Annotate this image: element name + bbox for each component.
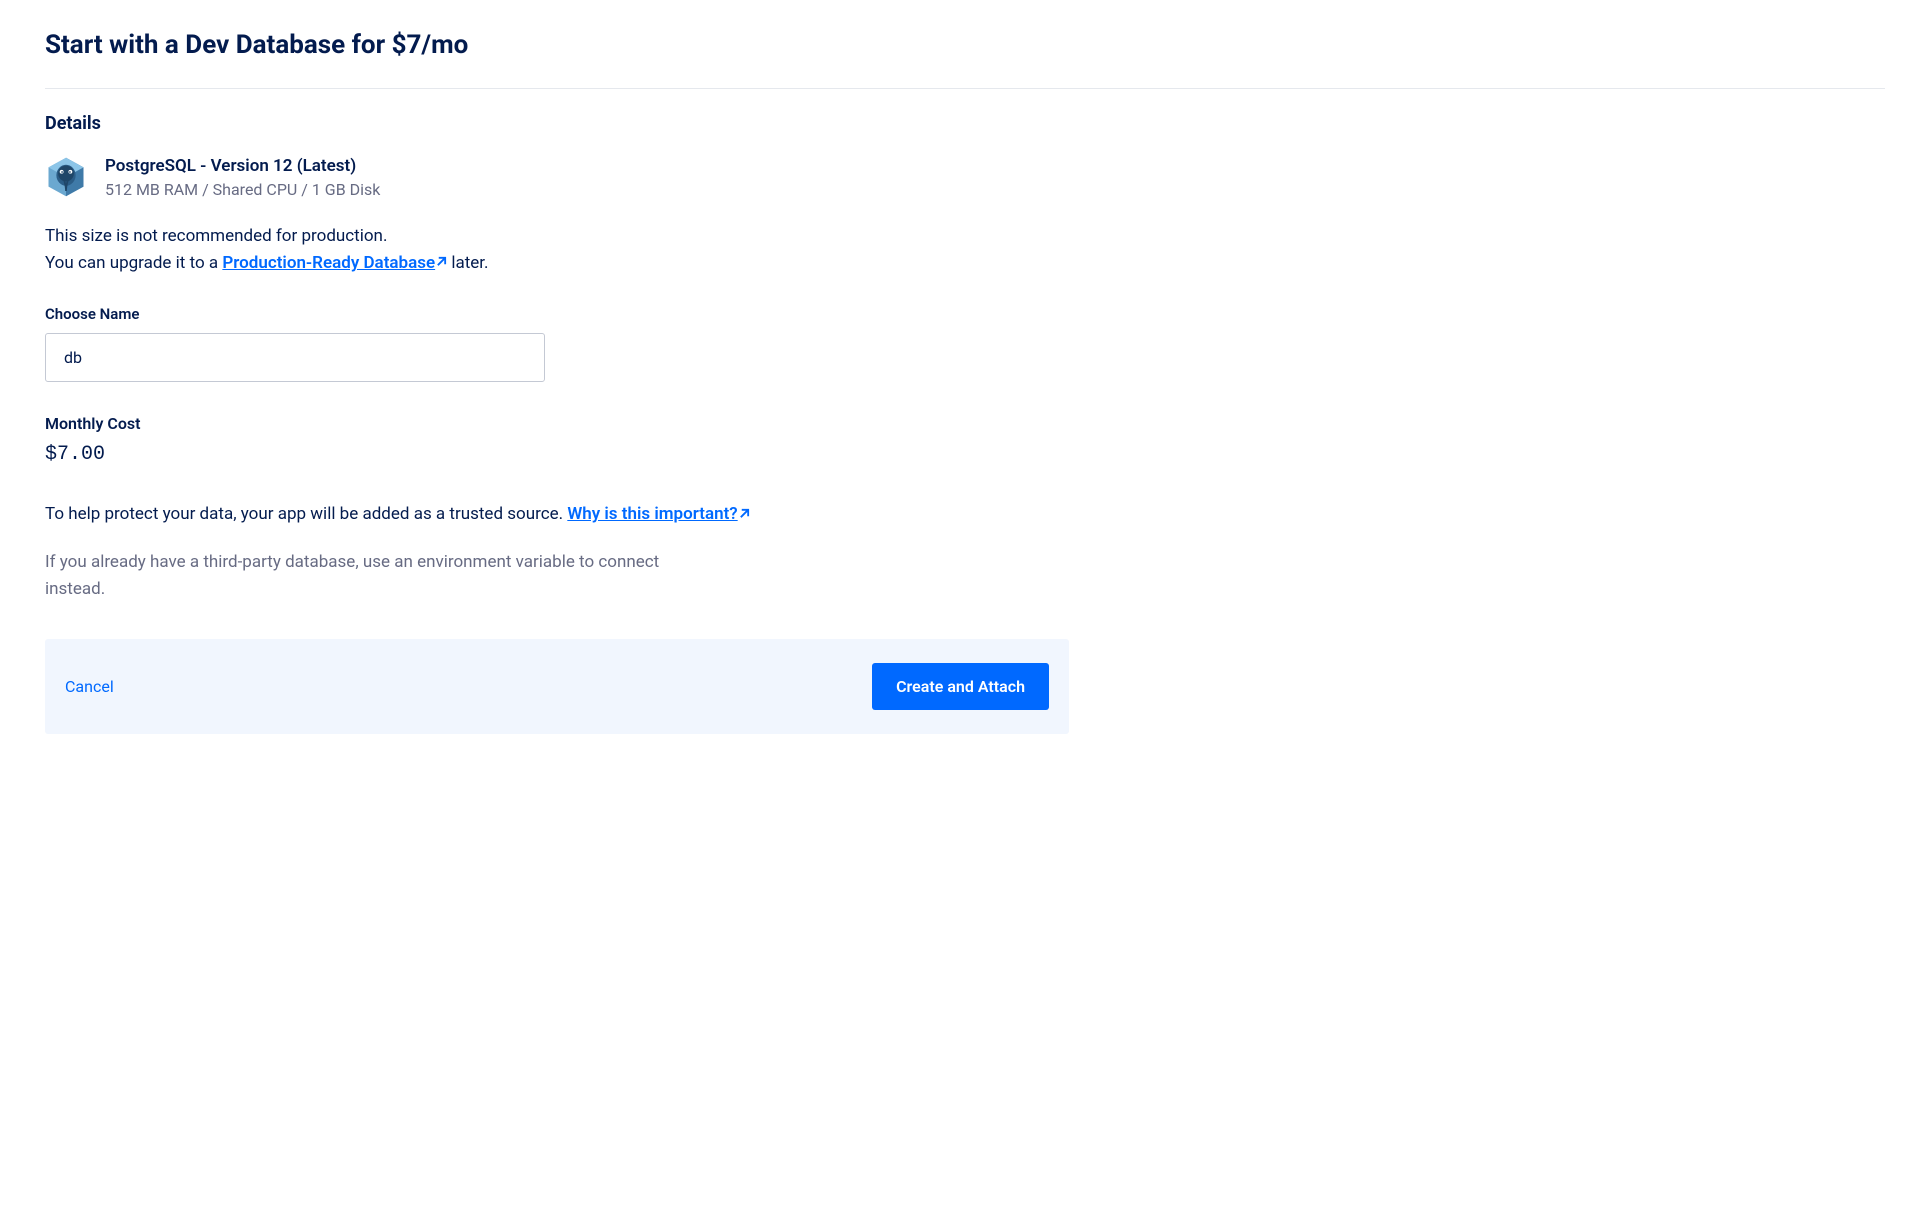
details-heading: Details bbox=[45, 113, 1885, 134]
trusted-source-text: To help protect your data, your app will… bbox=[45, 504, 567, 524]
database-specs: 512 MB RAM / Shared CPU / 1 GB Disk bbox=[105, 180, 380, 199]
size-note-suffix: later. bbox=[447, 253, 488, 273]
cancel-button[interactable]: Cancel bbox=[65, 677, 114, 696]
external-link-icon bbox=[436, 249, 447, 276]
page-title: Start with a Dev Database for $7/mo bbox=[45, 30, 1885, 60]
trusted-source-note: To help protect your data, your app will… bbox=[45, 504, 1885, 525]
action-bar: Cancel Create and Attach bbox=[45, 639, 1069, 734]
postgresql-icon bbox=[45, 156, 87, 198]
third-party-note: If you already have a third-party databa… bbox=[45, 549, 665, 603]
create-attach-button[interactable]: Create and Attach bbox=[872, 663, 1049, 710]
cost-value: $7.00 bbox=[45, 443, 1885, 466]
divider bbox=[45, 88, 1885, 89]
size-note-line1: This size is not recommended for product… bbox=[45, 226, 387, 246]
database-info: PostgreSQL - Version 12 (Latest) 512 MB … bbox=[45, 156, 1885, 199]
database-title: PostgreSQL - Version 12 (Latest) bbox=[105, 156, 380, 176]
why-important-link[interactable]: Why is this important? bbox=[567, 504, 749, 524]
database-text: PostgreSQL - Version 12 (Latest) 512 MB … bbox=[105, 156, 380, 199]
production-ready-link[interactable]: Production-Ready Database bbox=[222, 253, 447, 273]
size-note: This size is not recommended for product… bbox=[45, 223, 1885, 277]
cost-label: Monthly Cost bbox=[45, 414, 1885, 433]
name-input[interactable] bbox=[45, 333, 545, 382]
size-note-prefix: You can upgrade it to a bbox=[45, 253, 222, 273]
external-link-icon bbox=[739, 504, 750, 524]
name-label: Choose Name bbox=[45, 305, 1885, 323]
